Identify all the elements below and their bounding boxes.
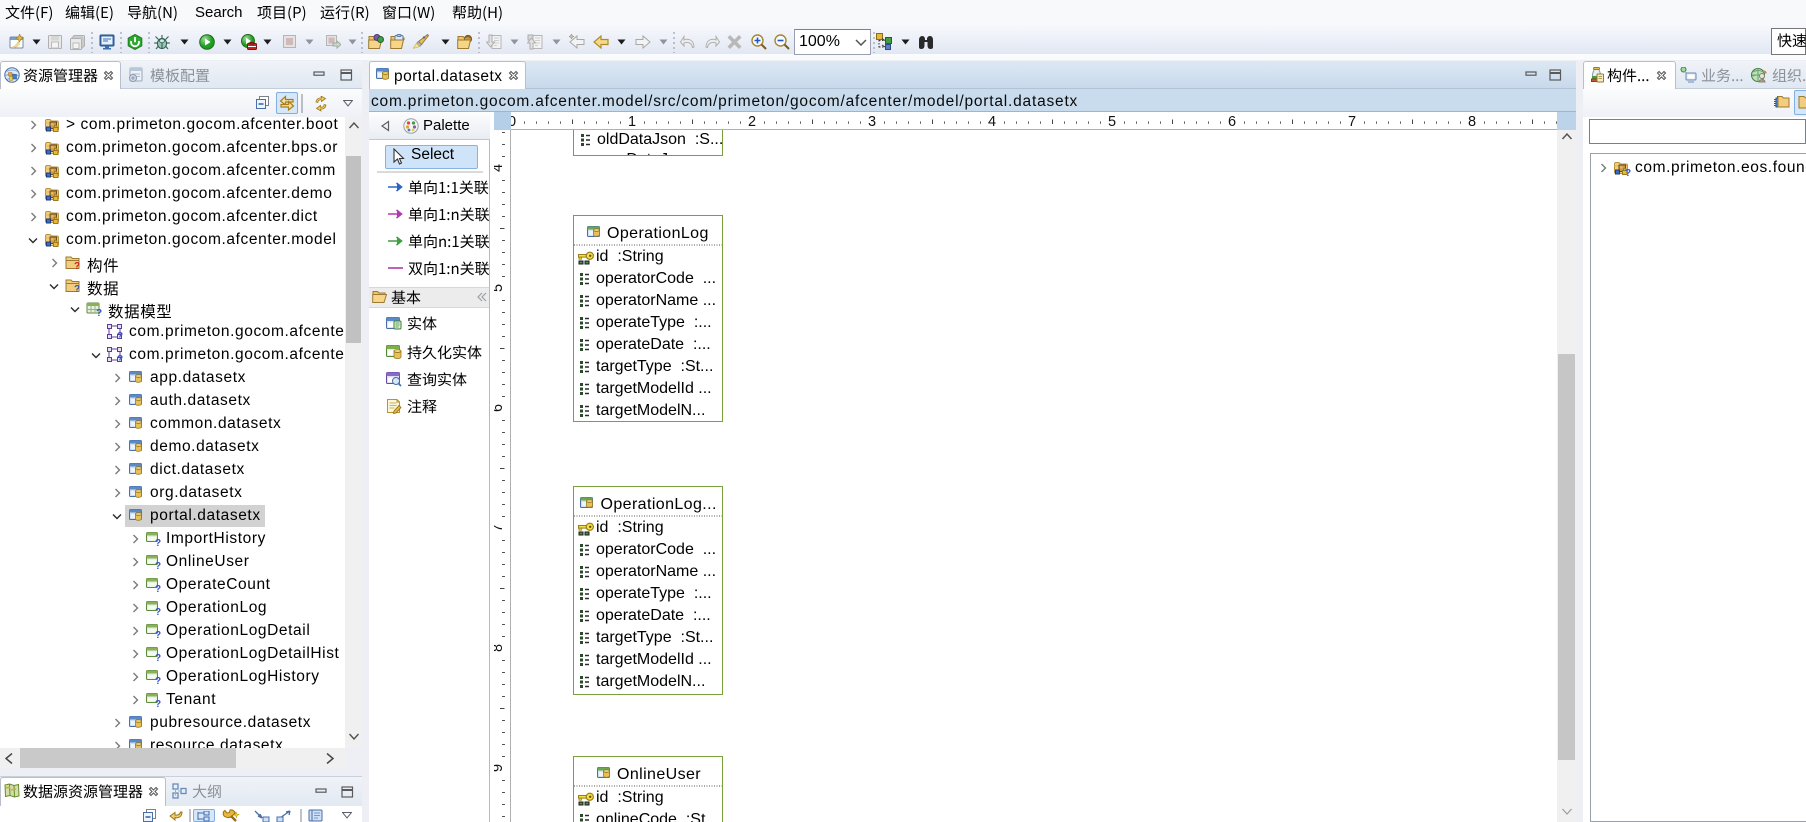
- svg-text:8: 8: [1468, 114, 1476, 130]
- svg-text:?: ?: [155, 676, 161, 685]
- svg-text:?: ?: [155, 584, 161, 593]
- svg-text:8: 8: [494, 644, 506, 652]
- svg-text:?: ?: [155, 538, 161, 547]
- svg-text:?: ?: [117, 331, 123, 340]
- svg-text:?: ?: [155, 630, 161, 639]
- svg-text:?: ?: [155, 607, 161, 616]
- svg-text:6: 6: [1228, 114, 1236, 130]
- svg-text:5: 5: [494, 284, 506, 292]
- svg-text:?: ?: [96, 308, 102, 317]
- svg-text:5: 5: [1108, 114, 1116, 130]
- svg-text:9: 9: [494, 764, 506, 772]
- svg-text:7: 7: [494, 524, 506, 532]
- svg-text:?: ?: [155, 561, 161, 570]
- svg-text:1: 1: [628, 114, 636, 130]
- svg-text:0: 0: [511, 114, 516, 130]
- svg-text:6: 6: [494, 404, 506, 412]
- svg-text:4: 4: [988, 114, 996, 130]
- svg-text:7: 7: [1348, 114, 1356, 130]
- svg-text:3: 3: [868, 114, 876, 130]
- svg-text:4: 4: [494, 164, 506, 172]
- svg-text:?: ?: [74, 261, 80, 271]
- svg-text:2: 2: [748, 114, 756, 130]
- svg-text:?: ?: [74, 284, 80, 294]
- svg-text:?: ?: [1625, 168, 1631, 177]
- svg-text:?: ?: [155, 699, 161, 708]
- svg-text:?: ?: [155, 653, 161, 662]
- svg-text:?: ?: [117, 354, 123, 363]
